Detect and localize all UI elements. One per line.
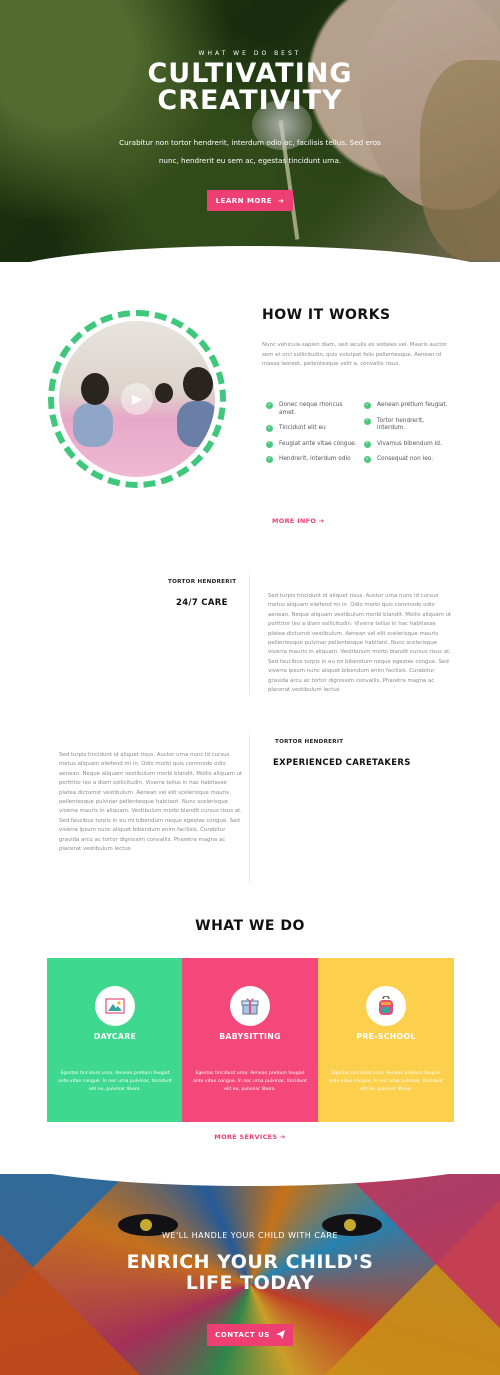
play-icon[interactable]: ▶ (121, 383, 153, 415)
service-card-pre-school[interactable]: PRE-SCHOOL Egestas tincidunt urna. Aenea… (318, 958, 454, 1122)
child-figure (183, 367, 213, 401)
list-item: ✓ Aenean pretium feugiat. (364, 401, 448, 409)
card-title: DAYCARE (93, 1032, 137, 1041)
arrow-right-icon: ➔ (278, 196, 285, 205)
gift-box-icon (230, 986, 270, 1026)
paper-plane-icon (275, 1329, 285, 1341)
video-thumbnail-circle[interactable]: ▶ (48, 310, 226, 488)
cta-kicker: WE'LL HANDLE YOUR CHILD WITH CARE (161, 1231, 339, 1240)
mountain-picture-icon (95, 986, 135, 1026)
check-circle-icon: ✓ (364, 440, 371, 448)
feature-heading: 24/7 CARE (176, 598, 228, 608)
list-item: ✓ Consequat non leo. (364, 455, 434, 463)
check-circle-icon: ✓ (266, 455, 273, 463)
feature-text: Sed turpis tincidunt id aliquet risus. A… (268, 593, 452, 694)
child-figure (81, 373, 109, 405)
feature-kicker: TORTOR HENDRERIT (275, 739, 344, 745)
hero-title: CULTIVATING CREATIVITY (0, 60, 500, 114)
divider (249, 575, 250, 695)
list-item: ✓ Hendrerit, interdum odio (266, 455, 351, 463)
card-text: Egestas tincidunt urna. Aenean pretium f… (329, 1071, 443, 1092)
hero-title-line2: CREATIVITY (157, 85, 343, 116)
learn-more-label: LEARN MORE (215, 196, 273, 205)
child-figure (177, 401, 215, 447)
check-circle-icon: ✓ (266, 401, 273, 409)
classroom-photo: ▶ (59, 321, 215, 477)
list-item: ✓ Feugiat ante vitae congue. (266, 440, 357, 448)
card-text: Egestas tincidunt urna. Aenean pretium f… (58, 1071, 172, 1092)
hero-overlay (0, 0, 500, 262)
list-item: ✓ Donec neque rhoncus amet. (266, 401, 343, 416)
check-circle-icon: ✓ (266, 424, 273, 432)
card-title: BABYSITTING (219, 1032, 281, 1041)
feature-kicker: TORTOR HENDRERIT (168, 579, 237, 585)
contact-us-label: CONTACT US (215, 1331, 270, 1339)
how-it-works-text: Nunc vehicula sapien diam, sed iaculis e… (262, 342, 447, 367)
cta-title-line2: LIFE TODAY (185, 1272, 315, 1294)
list-item: ✓ Vivamus bibendum id. (364, 440, 442, 448)
check-list-left: ✓ Donec neque rhoncus amet. ✓ Tincidunt el… (266, 402, 358, 472)
check-circle-icon: ✓ (364, 417, 371, 425)
feature-heading: EXPERIENCED CARETAKERS (273, 758, 411, 768)
hero-section: WHAT WE DO BEST CULTIVATING CREATIVITY C… (0, 0, 500, 262)
learn-more-button[interactable]: LEARN MORE ➔ (207, 190, 293, 211)
more-services-label[interactable]: MORE SERVICES ➔ (214, 1133, 285, 1141)
child-figure (73, 403, 113, 447)
list-item: ✓ Tincidunt elit eu (266, 424, 326, 432)
cta-title: ENRICH YOUR CHILD'S LIFE TODAY (0, 1252, 500, 1294)
check-circle-icon: ✓ (364, 401, 371, 409)
more-services-link[interactable]: MORE SERVICES ➔ (0, 1133, 500, 1141)
more-info-link[interactable]: MORE INFO ➔ (272, 517, 325, 525)
check-circle-icon: ✓ (364, 455, 371, 463)
what-we-do-title: WHAT WE DO (195, 918, 305, 934)
card-title: PRE-SCHOOL (356, 1032, 416, 1041)
list-item: ✓ Tortor hendrerit, interdum. (364, 417, 425, 431)
hero-text: Curabitur non tortor hendrerit, interdum… (119, 138, 381, 165)
check-circle-icon: ✓ (266, 440, 273, 448)
backpack-icon (366, 986, 406, 1026)
card-text: Egestas tincidunt urna. Aenean pretium f… (193, 1071, 307, 1092)
contact-us-button[interactable]: CONTACT US (207, 1324, 293, 1346)
cta-section: WE'LL HANDLE YOUR CHILD WITH CARE ENRICH… (0, 1174, 500, 1375)
hero-title-line1: CULTIVATING (147, 58, 353, 89)
service-card-daycare[interactable]: DAYCARE Egestas tincidunt urna. Aenean p… (47, 958, 183, 1122)
how-it-works-title: HOW IT WORKS (262, 307, 391, 323)
cta-title-line1: ENRICH YOUR CHILD'S (126, 1251, 374, 1273)
hero-kicker: WHAT WE DO BEST (198, 50, 302, 57)
service-card-babysitting[interactable]: BABYSITTING Egestas tincidunt urna. Aene… (182, 958, 318, 1122)
feature-text: Sed turpis tincidunt id aliquet risus. A… (59, 752, 243, 853)
divider (249, 735, 250, 883)
child-figure (155, 383, 173, 403)
check-list-right: ✓ Aenean pretium feugiat. ✓ Tortor hendrer… (364, 402, 450, 472)
